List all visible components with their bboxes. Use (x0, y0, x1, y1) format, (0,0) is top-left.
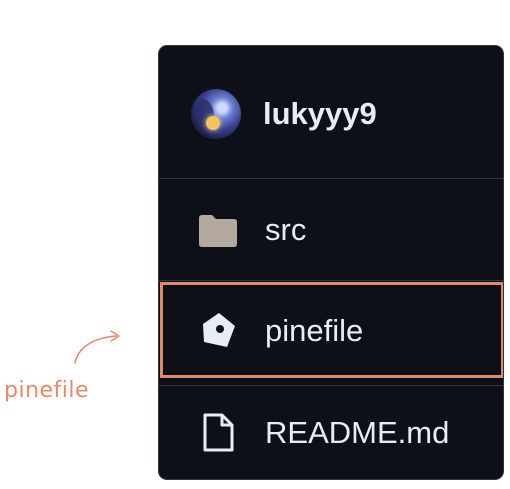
file-label: pinefile (265, 313, 364, 348)
username[interactable]: lukyyy9 (263, 94, 377, 134)
pine-icon (203, 313, 235, 347)
annotation-label: pinefile (4, 378, 90, 403)
profile-header[interactable]: lukyyy9 (159, 46, 503, 179)
file-label: README.md (265, 415, 450, 450)
file-row-src[interactable]: src (159, 179, 503, 281)
file-icon (203, 413, 234, 452)
file-label: src (265, 212, 307, 247)
annotation-arrow-icon (74, 330, 120, 364)
folder-icon (199, 215, 237, 247)
file-row-pinefile[interactable]: pinefile (159, 282, 503, 384)
file-tree-panel: lukyyy9 src pinefile README.md (158, 45, 504, 480)
file-row-readme[interactable]: README.md (159, 385, 503, 479)
avatar[interactable] (191, 89, 241, 139)
